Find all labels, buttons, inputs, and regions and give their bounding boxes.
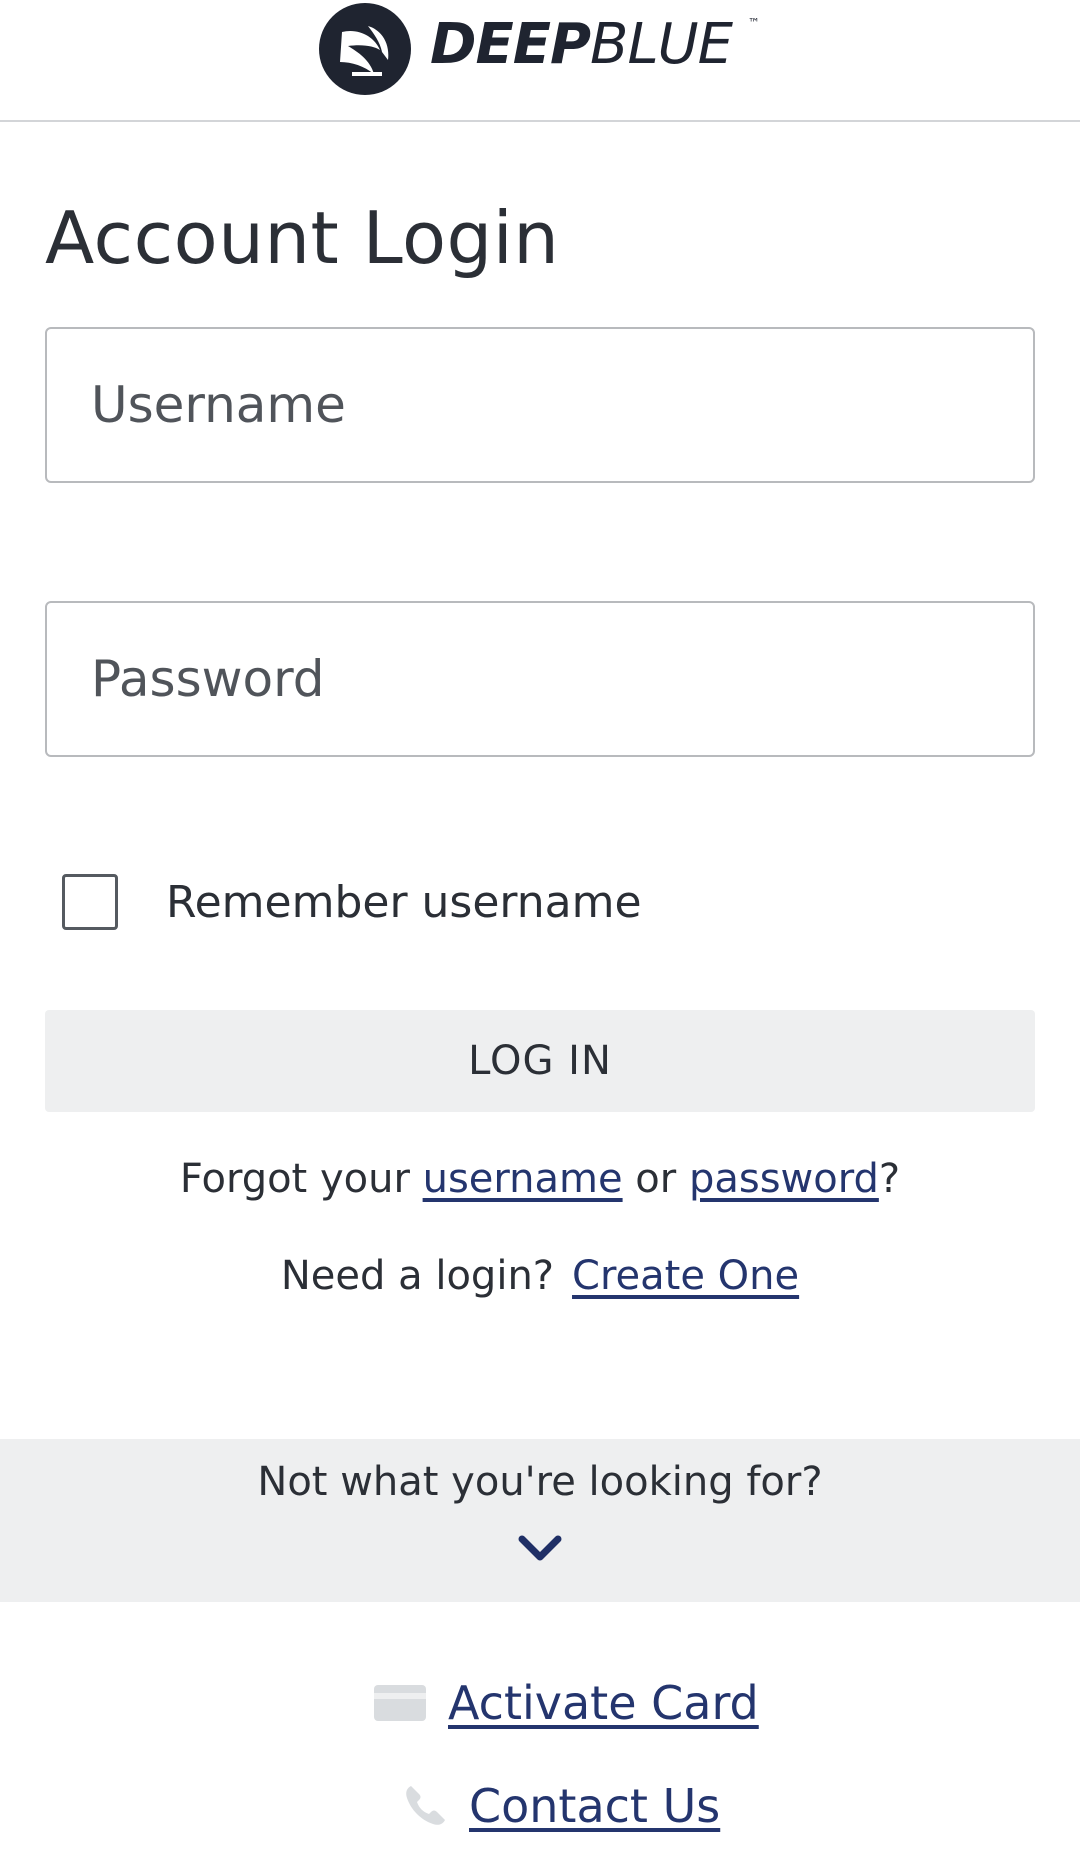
brand-bold: DEEP — [430, 12, 591, 77]
forgot-password-link[interactable]: password — [689, 1156, 879, 1202]
contact-us-link[interactable]: Contact Us — [469, 1779, 720, 1833]
login-button[interactable]: LOG IN — [45, 1010, 1035, 1112]
forgot-or: or — [622, 1156, 689, 1202]
credit-card-icon — [374, 1685, 426, 1721]
username-field-container — [45, 327, 1035, 483]
brand-logo[interactable]: DEEPBLUE ™ — [318, 0, 760, 100]
chevron-down-icon[interactable] — [517, 1533, 563, 1565]
forgot-credentials-text: Forgot your username or password? — [0, 1156, 1080, 1202]
remember-username-row: Remember username — [62, 874, 642, 930]
forgot-username-link[interactable]: username — [423, 1156, 623, 1202]
password-input[interactable] — [47, 603, 1033, 755]
forgot-prefix: Forgot your — [179, 1156, 423, 1202]
forgot-suffix: ? — [878, 1156, 901, 1202]
activate-card-link[interactable]: Activate Card — [448, 1676, 759, 1730]
remember-username-checkbox[interactable] — [62, 874, 118, 930]
create-account-link[interactable]: Create One — [572, 1253, 799, 1299]
deepblue-logo-icon — [319, 3, 411, 95]
app-header: DEEPBLUE ™ — [0, 0, 1080, 122]
username-input[interactable] — [47, 329, 1033, 481]
remember-username-label[interactable]: Remember username — [166, 877, 642, 928]
contact-us-item: Contact Us — [403, 1779, 720, 1833]
help-expander-label: Not what you're looking for? — [257, 1459, 823, 1505]
need-login-label: Need a login? — [280, 1253, 555, 1299]
brand-wordmark: DEEPBLUE — [430, 12, 733, 77]
password-field-container — [45, 601, 1035, 757]
activate-card-item: Activate Card — [374, 1676, 759, 1730]
help-expander[interactable]: Not what you're looking for? — [0, 1439, 1080, 1602]
trademark-mark: ™ — [748, 16, 760, 30]
page-title: Account Login — [45, 196, 560, 280]
brand-light: BLUE — [590, 12, 733, 77]
phone-icon — [403, 1784, 447, 1828]
need-login-text: Need a login? Create One — [0, 1253, 1080, 1299]
